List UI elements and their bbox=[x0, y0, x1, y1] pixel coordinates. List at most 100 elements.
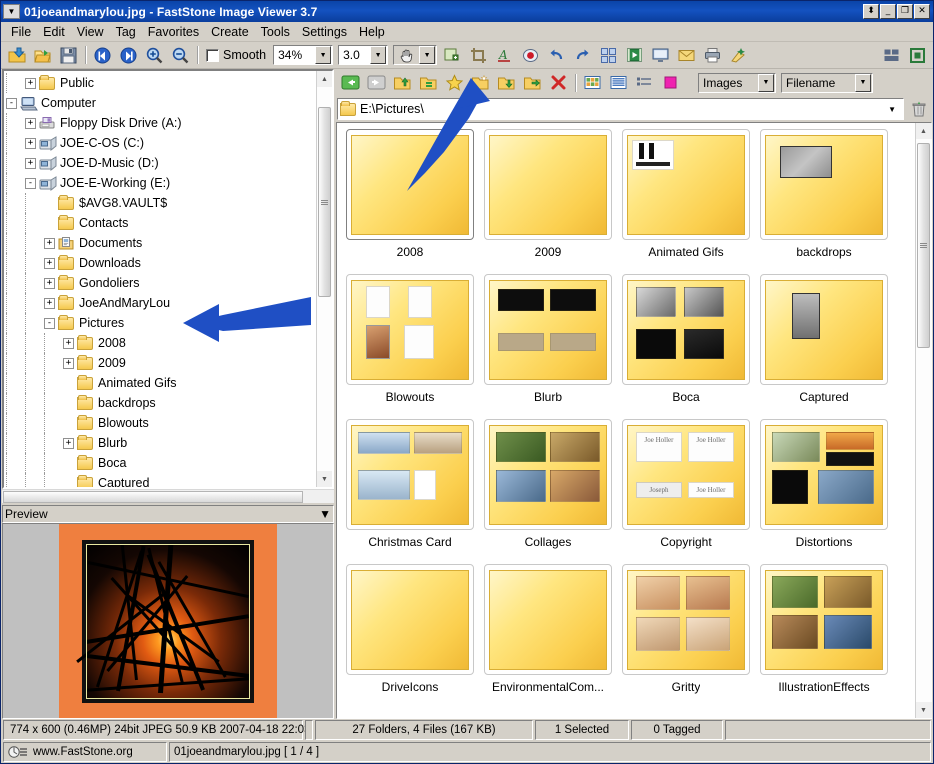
chevron-down-icon[interactable]: ▼ bbox=[370, 46, 387, 64]
favorites-star-icon[interactable] bbox=[442, 71, 467, 94]
hand-icon[interactable] bbox=[394, 48, 419, 63]
forward-arrow-icon[interactable] bbox=[364, 71, 389, 94]
thumbnail-box[interactable] bbox=[484, 274, 612, 385]
refresh-folder-icon[interactable] bbox=[416, 71, 441, 94]
layout-icon[interactable] bbox=[879, 44, 904, 67]
tree-item-animated-gifs[interactable]: Animated Gifs bbox=[4, 373, 316, 393]
thumbnail-item[interactable]: Joe Holler Joe Holler Joseph Joe Holler Copy… bbox=[617, 419, 755, 564]
menu-settings[interactable]: Settings bbox=[296, 23, 353, 41]
minimize-icon[interactable]: _ bbox=[880, 4, 896, 19]
chevron-down-icon[interactable]: ▼ bbox=[888, 105, 901, 114]
tag-color-icon[interactable] bbox=[658, 71, 683, 94]
tree-scroll-thumb[interactable] bbox=[317, 107, 331, 297]
thumbnail-scroll-area[interactable]: 2008 2009 Animated Gifs backdrops Blowouts Bl… bbox=[337, 123, 915, 718]
tree-item-blurb[interactable]: + Blurb bbox=[4, 433, 316, 453]
thumbnail-box[interactable] bbox=[346, 419, 474, 530]
zoom-level-combo[interactable]: 34% ▼ bbox=[273, 45, 334, 65]
menu-favorites[interactable]: Favorites bbox=[142, 23, 205, 41]
thumbnail-box[interactable] bbox=[484, 564, 612, 675]
chevron-down-icon[interactable]: ▼ bbox=[855, 73, 871, 92]
open-folder-down-icon[interactable] bbox=[4, 44, 29, 67]
restore-icon[interactable]: ⬍ bbox=[863, 4, 879, 19]
chevron-down-icon[interactable]: ▼ bbox=[319, 507, 331, 521]
tree-item-joe-c-os-c[interactable]: + JOE-C-OS (C:) bbox=[4, 133, 316, 153]
menu-edit[interactable]: Edit bbox=[37, 23, 71, 41]
thumbnail-box[interactable] bbox=[346, 564, 474, 675]
tree-item-pictures[interactable]: - Pictures bbox=[4, 313, 316, 333]
tree-scrollbar[interactable]: ▲ ▼ bbox=[316, 71, 332, 487]
tree-hscroll-thumb[interactable] bbox=[3, 491, 303, 503]
wand-icon[interactable] bbox=[726, 44, 751, 67]
crop-icon[interactable] bbox=[466, 44, 491, 67]
scroll-up-icon[interactable]: ▲ bbox=[316, 71, 332, 87]
sort-by-combo[interactable]: Filename ▼ bbox=[781, 72, 873, 93]
tree-item-blowouts[interactable]: Blowouts bbox=[4, 413, 316, 433]
thumbnail-box[interactable] bbox=[346, 129, 474, 240]
thumbnail-scrollbar[interactable]: ▲ ▼ bbox=[915, 123, 932, 718]
thumbnail-box[interactable] bbox=[760, 129, 888, 240]
filter-type-combo[interactable]: Images ▼ bbox=[698, 72, 776, 93]
thumbnail-box[interactable] bbox=[346, 274, 474, 385]
slideshow-icon[interactable] bbox=[622, 44, 647, 67]
move-to-folder-icon[interactable] bbox=[520, 71, 545, 94]
thumbnail-box[interactable]: Joe Holler Joe Holler Joseph Joe Holler bbox=[622, 419, 750, 530]
thumbnail-item[interactable]: EnvironmentalCom... bbox=[479, 564, 617, 709]
tree-expander-plus-icon[interactable]: + bbox=[25, 117, 36, 129]
thumbnail-item[interactable]: backdrops bbox=[755, 129, 893, 274]
menu-tag[interactable]: Tag bbox=[110, 23, 142, 41]
tree-item-computer[interactable]: - Computer bbox=[4, 93, 316, 113]
thumbnail-box[interactable] bbox=[760, 564, 888, 675]
thumbnail-item[interactable]: Collages bbox=[479, 419, 617, 564]
scroll-up-icon[interactable]: ▲ bbox=[915, 123, 932, 139]
delete-x-icon[interactable] bbox=[546, 71, 571, 94]
list-view-icon[interactable] bbox=[606, 71, 631, 94]
up-folder-icon[interactable] bbox=[390, 71, 415, 94]
tree-item-downloads[interactable]: + Downloads bbox=[4, 253, 316, 273]
tree-horizontal-scrollbar[interactable] bbox=[2, 489, 334, 503]
tree-item-contacts[interactable]: Contacts bbox=[4, 213, 316, 233]
chevron-down-icon[interactable]: ▼ bbox=[758, 73, 774, 92]
thumbnail-box[interactable] bbox=[760, 274, 888, 385]
gamma-combo[interactable]: 3.0 ▼ bbox=[338, 45, 389, 65]
tree-item-captured[interactable]: Captured bbox=[4, 473, 316, 487]
compare-icon[interactable] bbox=[596, 44, 621, 67]
tree-item-backdrops[interactable]: backdrops bbox=[4, 393, 316, 413]
tree-expander-plus-icon[interactable]: + bbox=[25, 137, 36, 149]
smooth-checkbox[interactable] bbox=[206, 48, 219, 62]
screen-icon[interactable] bbox=[648, 44, 673, 67]
detail-view-icon[interactable] bbox=[632, 71, 657, 94]
fullscreen-icon[interactable] bbox=[905, 44, 930, 67]
tree-item-boca[interactable]: Boca bbox=[4, 453, 316, 473]
thumbnail-box[interactable] bbox=[760, 419, 888, 530]
tree-item-joe-e-working-e[interactable]: - JOE-E-Working (E:) bbox=[4, 173, 316, 193]
tree-expander-plus-icon[interactable]: + bbox=[44, 297, 55, 309]
thumbnail-browser[interactable]: 2008 2009 Animated Gifs backdrops Blowouts Bl… bbox=[336, 122, 932, 719]
tree-expander-plus-icon[interactable]: + bbox=[44, 277, 55, 289]
resize-icon[interactable] bbox=[440, 44, 465, 67]
system-menu-button[interactable]: ▼ bbox=[3, 4, 20, 19]
thumbnail-item[interactable]: Gritty bbox=[617, 564, 755, 709]
tree-expander-minus-icon[interactable]: - bbox=[44, 317, 55, 329]
recycle-bin-icon[interactable] bbox=[906, 98, 931, 121]
thumbnail-item[interactable]: Distortions bbox=[755, 419, 893, 564]
menu-view[interactable]: View bbox=[71, 23, 110, 41]
thumbnail-item[interactable]: Blowouts bbox=[341, 274, 479, 419]
chevron-down-icon[interactable]: ▼ bbox=[315, 46, 332, 64]
tree-item-2009[interactable]: +2009 bbox=[4, 353, 316, 373]
tree-expander-plus-icon[interactable]: + bbox=[44, 237, 55, 249]
tree-item-gondoliers[interactable]: + Gondoliers bbox=[4, 273, 316, 293]
zoom-out-icon[interactable] bbox=[168, 44, 193, 67]
thumbnail-item[interactable]: Blurb bbox=[479, 274, 617, 419]
next-image-icon[interactable] bbox=[116, 44, 141, 67]
red-eye-icon[interactable] bbox=[518, 44, 543, 67]
brand-status[interactable]: www.FastStone.org bbox=[3, 742, 167, 762]
undo-icon[interactable] bbox=[544, 44, 569, 67]
tree-expander-plus-icon[interactable]: + bbox=[63, 337, 74, 349]
tree-item-public[interactable]: + Public bbox=[4, 73, 316, 93]
tree-item-joe-d-music-d[interactable]: + JOE-D-Music (D:) bbox=[4, 153, 316, 173]
thumbnail-box[interactable] bbox=[484, 419, 612, 530]
menu-help[interactable]: Help bbox=[353, 23, 391, 41]
menu-tools[interactable]: Tools bbox=[255, 23, 296, 41]
tree-item-joeandmarylou[interactable]: + JoeAndMaryLou bbox=[4, 293, 316, 313]
redo-icon[interactable] bbox=[570, 44, 595, 67]
